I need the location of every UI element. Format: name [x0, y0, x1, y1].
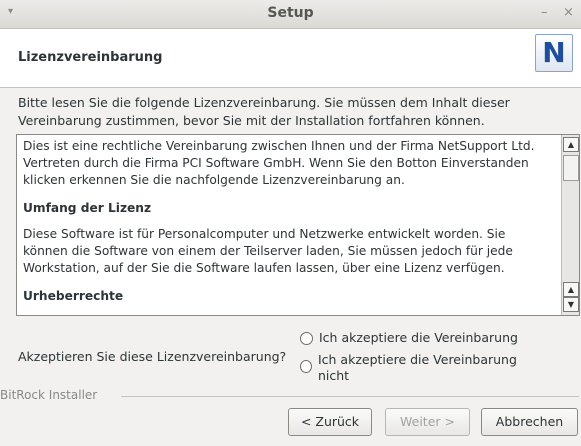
vertical-scrollbar[interactable]: ▲ ▲ ▼ — [561, 135, 579, 315]
accept-question: Akzeptieren Sie diese Lizenzvereinbarung… — [18, 349, 287, 364]
window-title: Setup — [267, 5, 314, 21]
license-section-heading: Urheberrechte — [23, 289, 124, 303]
next-button[interactable]: Weiter > — [385, 408, 470, 436]
installer-label: BitRock Installer — [0, 388, 98, 402]
header-panel: Lizenzvereinbarung N — [0, 29, 581, 88]
title-bar: ▾ Setup – × — [0, 0, 581, 29]
license-section-heading: Umfang der Lizenz — [23, 201, 152, 215]
license-text-area[interactable]: Dies ist eine rechtliche Vereinbarung zw… — [16, 134, 580, 316]
radio-button[interactable] — [300, 332, 313, 345]
accept-option[interactable]: Ich akzeptiere die Vereinbarung — [300, 330, 518, 346]
option-label[interactable]: Ich akzeptiere die Vereinbarung nicht — [318, 352, 530, 384]
scroll-up-icon[interactable]: ▲ — [563, 282, 579, 297]
decline-option[interactable]: Ich akzeptiere die Vereinbarung nicht — [300, 352, 530, 384]
netsupport-logo: N — [535, 34, 573, 72]
license-paragraph: Dies ist eine rechtliche Vereinbarung zw… — [23, 139, 535, 187]
scroll-down-icon[interactable]: ▼ — [563, 297, 579, 312]
close-button[interactable]: × — [563, 5, 574, 20]
license-content: Dies ist eine rechtliche Vereinbarung zw… — [23, 138, 553, 314]
minimize-button[interactable]: – — [541, 5, 548, 20]
radio-button[interactable] — [300, 360, 312, 373]
option-label[interactable]: Ich akzeptiere die Vereinbarung — [319, 330, 518, 346]
scroll-up-icon[interactable]: ▲ — [563, 137, 579, 152]
divider — [121, 396, 579, 397]
logo-letter: N — [542, 36, 566, 69]
back-button[interactable]: < Zurück — [288, 408, 372, 436]
license-paragraph: Diese Software ist für Personalcomputer … — [23, 227, 513, 275]
intro-text: Bitte lesen Sie die folgende Lizenzverei… — [18, 95, 510, 128]
page-title: Lizenzvereinbarung — [18, 50, 163, 65]
scrollbar-thumb[interactable] — [563, 155, 579, 181]
cancel-button[interactable]: Abbrechen — [481, 408, 578, 436]
